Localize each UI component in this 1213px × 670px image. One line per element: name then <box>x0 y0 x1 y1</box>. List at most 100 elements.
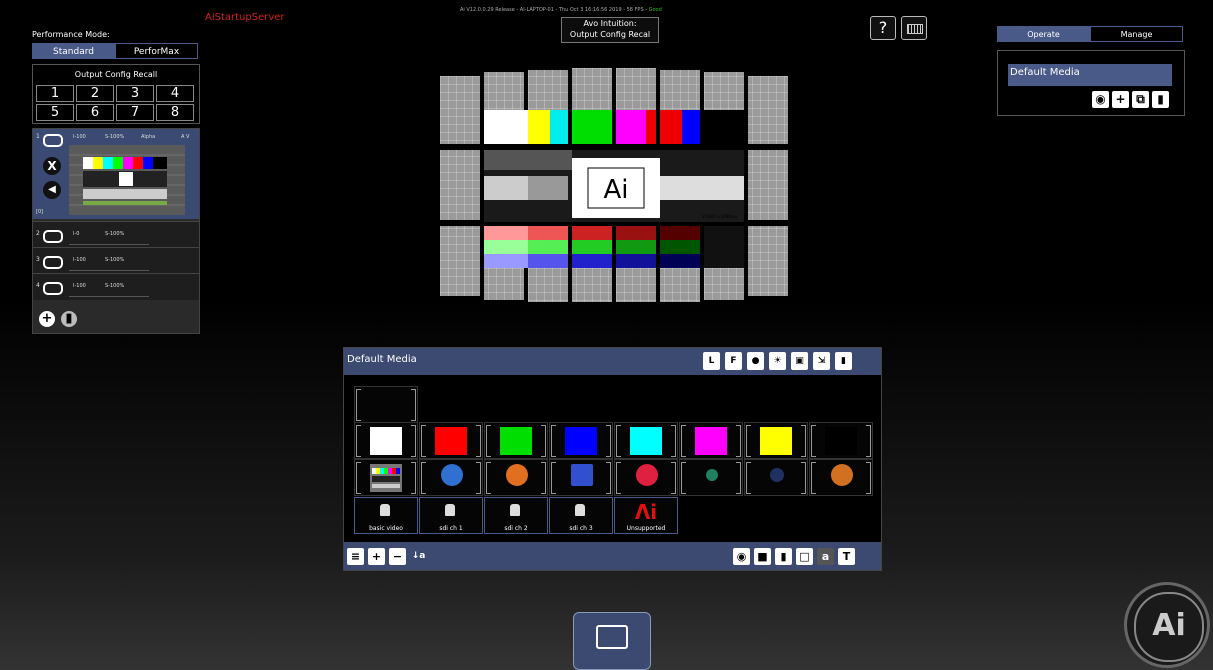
video-input-label: basic video <box>369 525 403 532</box>
status-text: Ai V12.0.0.29 Release - AI-LAPTOP-01 - T… <box>460 7 648 13</box>
help-button[interactable]: ? <box>870 16 896 40</box>
recall-slot-6[interactable]: 6 <box>76 104 114 121</box>
layer-row-1[interactable]: 1 I-100 S-100% Alpha A V X ◀ [0] <box>33 129 199 219</box>
server-label: AiStartupServer <box>205 12 285 23</box>
media-tile-generative-1[interactable] <box>419 459 483 496</box>
layer-row-3[interactable]: 3 I-100 S-100% <box>33 247 199 274</box>
media-tile-unsupported[interactable]: Λi Unsupported <box>614 497 678 534</box>
output-display-button[interactable] <box>573 612 651 670</box>
plus-icon[interactable]: + <box>368 548 385 565</box>
media-tile-blue[interactable] <box>549 422 613 459</box>
media-bank-item[interactable]: Default Media <box>1008 64 1172 86</box>
svg-text:Ai: Ai <box>603 175 628 205</box>
output-preview[interactable]: Ai V:1920 x 1080 px <box>440 68 788 304</box>
loop-icon[interactable] <box>43 230 63 243</box>
media-browser-title: Default Media <box>347 354 417 365</box>
layer-av: A V <box>181 134 190 140</box>
tab-manage[interactable]: Manage <box>1090 26 1183 42</box>
letter-t-icon[interactable]: T <box>838 548 855 565</box>
thumbnail-icon[interactable]: ◉ <box>733 548 750 565</box>
keyboard-button[interactable] <box>901 16 927 40</box>
output-config-recall-title: Output Config Recall <box>74 70 158 79</box>
performance-standard-button[interactable]: Standard <box>32 43 115 59</box>
swirl-icon <box>441 464 463 486</box>
lock-f-icon[interactable]: F <box>725 352 742 370</box>
square-icon[interactable]: □ <box>796 548 813 565</box>
media-browser-footer: ≡ + − ↓a ◉ ■ ▮ □ a T <box>344 542 881 570</box>
lock-l-icon[interactable]: L <box>703 352 720 370</box>
recall-slot-3[interactable]: 3 <box>116 85 154 102</box>
people-icon[interactable]: ● <box>747 352 764 370</box>
add-bank-icon[interactable]: + <box>1112 91 1129 108</box>
loop-icon[interactable] <box>43 282 63 295</box>
media-tile-generative-3[interactable] <box>549 459 613 496</box>
operate-manage-tabs: Operate Manage <box>997 26 1183 42</box>
media-tile-test-pattern[interactable] <box>354 459 418 496</box>
sort-icon[interactable]: ≡ <box>347 548 364 565</box>
close-layer-button[interactable]: X <box>43 157 61 175</box>
trash-icon[interactable]: ▮ <box>1152 91 1169 108</box>
gem-icon <box>706 469 718 481</box>
media-tile-black[interactable] <box>809 422 873 459</box>
layer-number: 1 <box>36 133 40 140</box>
layer-thumbnail[interactable] <box>69 145 185 215</box>
input-plug-icon <box>445 504 455 516</box>
recall-slot-1[interactable]: 1 <box>36 85 74 102</box>
az-sort-icon[interactable]: ↓a <box>410 548 427 565</box>
letter-a-icon[interactable]: a <box>817 548 834 565</box>
trash-icon[interactable]: ▮ <box>835 352 852 370</box>
color-swatch <box>435 427 467 455</box>
eye-icon[interactable]: ◉ <box>1092 91 1109 108</box>
media-tile-white[interactable] <box>354 422 418 459</box>
duplicate-icon[interactable]: ⧉ <box>1132 91 1149 108</box>
monitor-icon <box>596 625 628 649</box>
media-tile-green[interactable] <box>484 422 548 459</box>
media-tile-generative-7[interactable] <box>809 459 873 496</box>
light-icon[interactable]: ☀ <box>769 352 786 370</box>
media-tile-generative-5[interactable] <box>679 459 743 496</box>
input-plug-icon <box>510 504 520 516</box>
resize-icon[interactable]: ⇲ <box>813 352 830 370</box>
input-plug-icon <box>575 504 585 516</box>
recall-slot-8[interactable]: 8 <box>156 104 194 121</box>
layer-number: 4 <box>36 282 40 289</box>
loop-icon[interactable] <box>43 134 63 147</box>
media-tile-video-input[interactable]: sdi ch 1 <box>419 497 483 534</box>
layer-speed: S-100% <box>105 257 125 263</box>
loop-icon[interactable] <box>43 256 63 269</box>
curved-screen-preview: Ai V:1920 x 1080 px <box>440 68 788 302</box>
media-tile-cyan[interactable] <box>614 422 678 459</box>
media-tile-video-input[interactable]: basic video <box>354 497 418 534</box>
minus-icon[interactable]: − <box>389 548 406 565</box>
media-tile-yellow[interactable] <box>744 422 808 459</box>
tab-operate[interactable]: Operate <box>997 26 1090 42</box>
trash-icon[interactable]: ▮ <box>61 311 77 327</box>
media-tile-blank[interactable] <box>354 386 418 423</box>
media-tile-video-input[interactable]: sdi ch 2 <box>484 497 548 534</box>
recall-slot-2[interactable]: 2 <box>76 85 114 102</box>
performance-performax-button[interactable]: PerforMax <box>115 43 198 59</box>
media-tile-magenta[interactable] <box>679 422 743 459</box>
media-tile-generative-6[interactable] <box>744 459 808 496</box>
recall-slot-7[interactable]: 7 <box>116 104 154 121</box>
recall-slot-5[interactable]: 5 <box>36 104 74 121</box>
add-layer-button[interactable]: + <box>39 311 55 327</box>
layer-row-2[interactable]: 2 I-0 S-100% <box>33 221 199 248</box>
layer-speed: S-100% <box>105 134 125 140</box>
layer-index: [0] <box>36 209 44 215</box>
media-tile-video-input[interactable]: sdi ch 3 <box>549 497 613 534</box>
folder-icon[interactable]: ■ <box>754 548 771 565</box>
media-tile-red[interactable] <box>419 422 483 459</box>
status-line: Ai V12.0.0.29 Release - AI-LAPTOP-01 - T… <box>460 7 662 13</box>
mouse-icon[interactable]: ▮ <box>775 548 792 565</box>
media-tile-generative-4[interactable] <box>614 459 678 496</box>
recall-slot-grid: 1 2 3 4 5 6 7 8 <box>36 85 194 121</box>
pattern-icon <box>571 464 593 486</box>
media-browser: Default Media L F ● ☀ ▣ ⇲ ▮ basic video … <box>343 347 882 571</box>
media-tile-generative-2[interactable] <box>484 459 548 496</box>
speaker-icon[interactable]: ◀ <box>43 181 61 199</box>
camera-icon[interactable]: ▣ <box>791 352 808 370</box>
test-pattern-icon <box>370 464 402 492</box>
recall-slot-4[interactable]: 4 <box>156 85 194 102</box>
layer-row-4[interactable]: 4 I-100 S-100% <box>33 273 199 300</box>
